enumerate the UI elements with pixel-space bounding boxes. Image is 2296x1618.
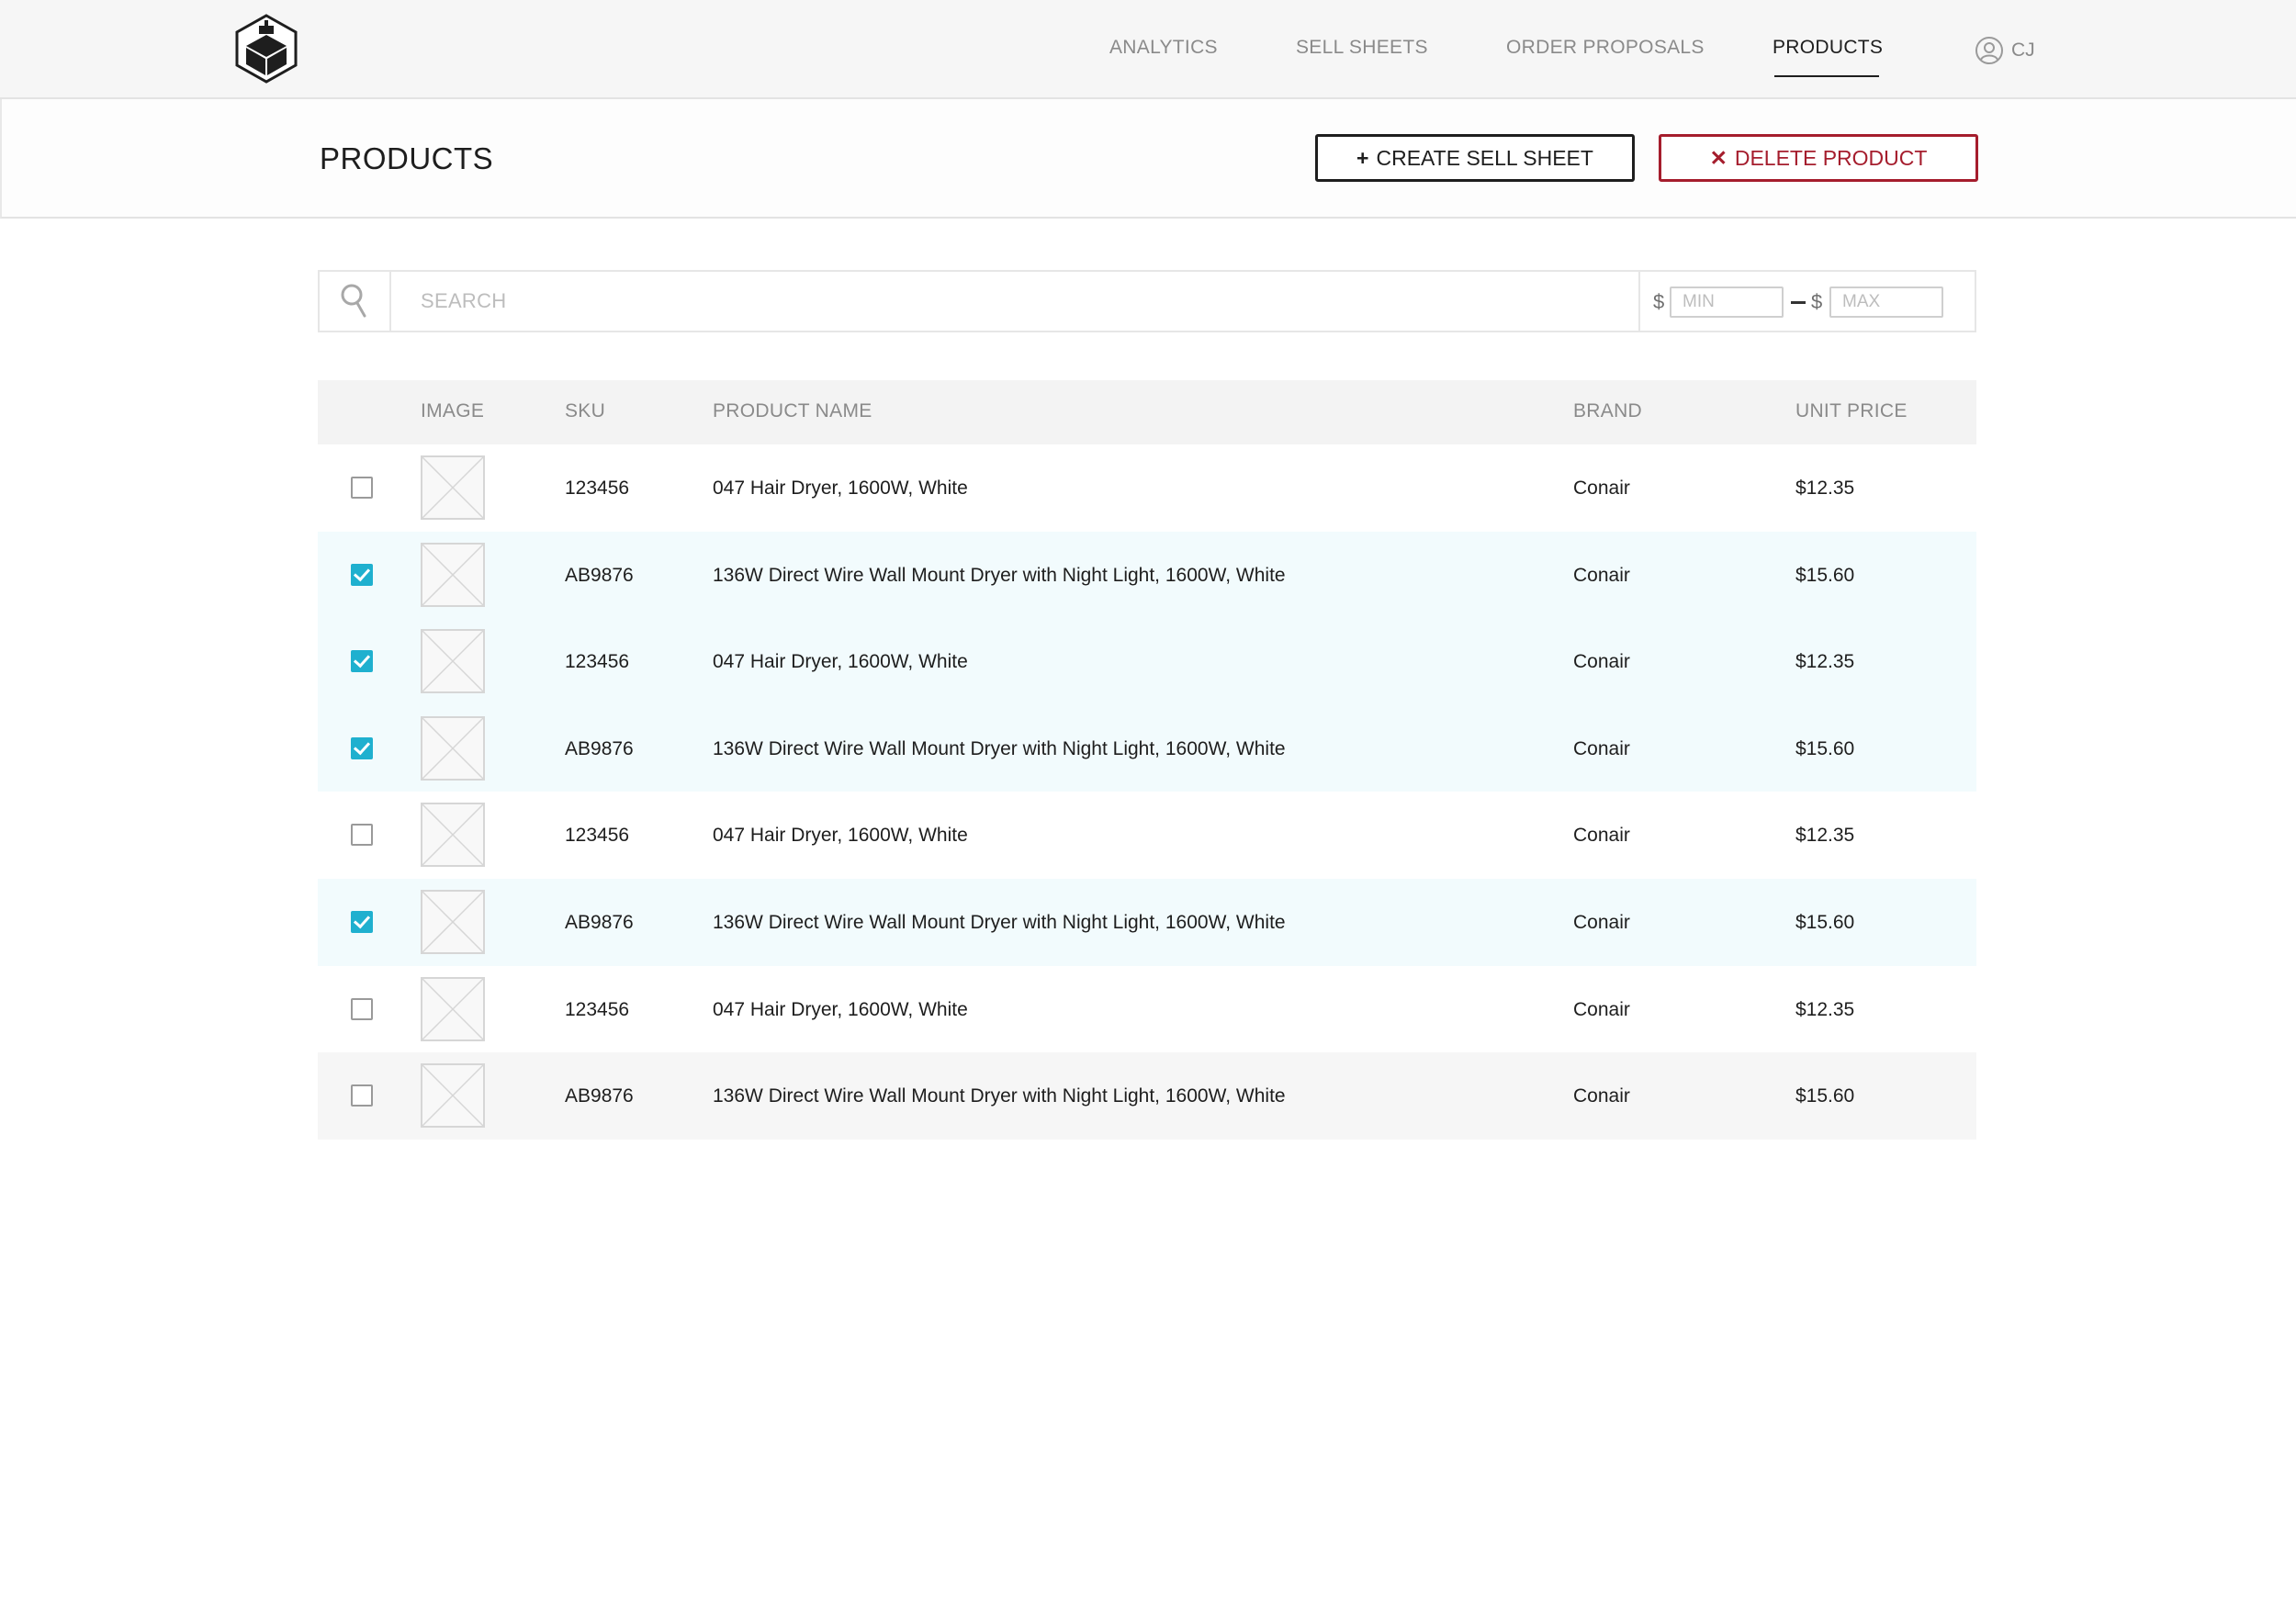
row-unit-price: $12.35 (1795, 998, 1855, 1020)
products-table: IMAGE SKU PRODUCT NAME BRAND UNIT PRICE … (318, 380, 1976, 1140)
row-checkbox[interactable] (351, 563, 373, 586)
row-checkbox[interactable] (351, 650, 373, 673)
max-price-input[interactable] (1829, 287, 1943, 318)
table-header: IMAGE SKU PRODUCT NAME BRAND UNIT PRICE (318, 380, 1976, 444)
table-row[interactable]: 123456 047 Hair Dryer, 1600W, White Conair… (318, 618, 1976, 705)
row-sku: AB9876 (565, 911, 634, 933)
user-menu[interactable]: CJ (1975, 35, 2035, 66)
row-product-name: 136W Direct Wire Wall Mount Dryer with N… (713, 564, 1286, 586)
row-brand: Conair (1573, 1085, 1630, 1107)
search-input[interactable] (391, 272, 1622, 331)
row-unit-price: $15.60 (1795, 911, 1855, 933)
row-checkbox[interactable] (351, 824, 373, 847)
row-unit-price: $15.60 (1795, 1085, 1855, 1107)
image-placeholder-icon (421, 715, 485, 781)
top-navigation: ANALYTICS SELL SHEETS ORDER PROPOSALS PR… (0, 0, 2296, 99)
row-brand: Conair (1573, 478, 1630, 499)
nav-sell-sheets[interactable]: SELL SHEETS (1296, 37, 1428, 59)
max-currency-symbol: $ (1811, 290, 1823, 313)
image-placeholder-icon (421, 629, 485, 694)
logo-icon[interactable] (233, 13, 299, 84)
row-checkbox[interactable] (351, 910, 373, 933)
row-sku: AB9876 (565, 564, 634, 586)
image-placeholder-icon (421, 803, 485, 868)
row-product-name: 136W Direct Wire Wall Mount Dryer with N… (713, 911, 1286, 933)
row-product-name: 047 Hair Dryer, 1600W, White (713, 478, 968, 499)
min-price-input[interactable] (1670, 287, 1784, 318)
delete-product-label: DELETE PRODUCT (1734, 145, 1928, 170)
row-sku: 123456 (565, 478, 630, 499)
row-product-name: 136W Direct Wire Wall Mount Dryer with N… (713, 1085, 1286, 1107)
image-placeholder-icon (421, 542, 485, 607)
search-icon (341, 284, 366, 318)
table-row[interactable]: 123456 047 Hair Dryer, 1600W, White Conair… (318, 965, 1976, 1053)
price-range-filter: $ $ (1638, 272, 1975, 331)
row-brand: Conair (1573, 651, 1630, 673)
row-checkbox[interactable] (351, 477, 373, 499)
delete-product-button[interactable]: ✕ DELETE PRODUCT (1659, 134, 1978, 182)
table-row[interactable]: 123456 047 Hair Dryer, 1600W, White Conair… (318, 792, 1976, 879)
page-header: PRODUCTS + CREATE SELL SHEET ✕ DELETE PR… (0, 99, 2296, 219)
row-sku: 123456 (565, 825, 630, 847)
nav-order-proposals[interactable]: ORDER PROPOSALS (1506, 37, 1705, 59)
min-currency-symbol: $ (1653, 290, 1665, 313)
create-sell-sheet-button[interactable]: + CREATE SELL SHEET (1315, 134, 1635, 182)
close-icon: ✕ (1709, 145, 1728, 170)
image-placeholder-icon (421, 976, 485, 1041)
user-circle-icon (1975, 37, 2003, 64)
nav-analytics[interactable]: ANALYTICS (1109, 37, 1218, 59)
row-product-name: 047 Hair Dryer, 1600W, White (713, 998, 968, 1020)
row-product-name: 047 Hair Dryer, 1600W, White (713, 651, 968, 673)
search-icon-cell[interactable] (320, 272, 391, 331)
image-placeholder-icon (421, 889, 485, 954)
column-header-image[interactable]: IMAGE (421, 400, 484, 422)
user-initials: CJ (2011, 39, 2035, 61)
row-product-name: 136W Direct Wire Wall Mount Dryer with N… (713, 737, 1286, 759)
row-checkbox[interactable] (351, 736, 373, 759)
page-title: PRODUCTS (320, 141, 494, 175)
row-brand: Conair (1573, 737, 1630, 759)
image-placeholder-icon (421, 455, 485, 520)
row-unit-price: $12.35 (1795, 651, 1855, 673)
row-brand: Conair (1573, 911, 1630, 933)
row-sku: 123456 (565, 651, 630, 673)
row-checkbox[interactable] (351, 1084, 373, 1107)
row-brand: Conair (1573, 998, 1630, 1020)
row-unit-price: $12.35 (1795, 478, 1855, 499)
row-brand: Conair (1573, 825, 1630, 847)
table-row[interactable]: AB9876 136W Direct Wire Wall Mount Dryer … (318, 531, 1976, 619)
row-unit-price: $12.35 (1795, 825, 1855, 847)
nav-products[interactable]: PRODUCTS (1773, 37, 1883, 59)
row-product-name: 047 Hair Dryer, 1600W, White (713, 825, 968, 847)
row-unit-price: $15.60 (1795, 564, 1855, 586)
table-body: 123456 047 Hair Dryer, 1600W, White Conair… (318, 444, 1976, 1140)
column-header-brand[interactable]: BRAND (1573, 400, 1642, 422)
table-row[interactable]: AB9876 136W Direct Wire Wall Mount Dryer … (318, 1052, 1976, 1140)
column-header-sku[interactable]: SKU (565, 400, 605, 422)
create-sell-sheet-label: CREATE SELL SHEET (1376, 145, 1593, 170)
plus-icon: + (1356, 145, 1369, 170)
row-brand: Conair (1573, 564, 1630, 586)
search-bar: $ $ (318, 270, 1976, 332)
nav-active-indicator (1774, 75, 1879, 77)
image-placeholder-icon (421, 1063, 485, 1129)
row-checkbox[interactable] (351, 997, 373, 1020)
row-unit-price: $15.60 (1795, 737, 1855, 759)
row-sku: AB9876 (565, 737, 634, 759)
table-row[interactable]: AB9876 136W Direct Wire Wall Mount Dryer … (318, 704, 1976, 792)
row-sku: AB9876 (565, 1085, 634, 1107)
column-header-unit-price[interactable]: UNIT PRICE (1795, 400, 1908, 422)
table-row[interactable]: 123456 047 Hair Dryer, 1600W, White Conair… (318, 444, 1976, 532)
row-sku: 123456 (565, 998, 630, 1020)
column-header-product-name[interactable]: PRODUCT NAME (713, 400, 872, 422)
range-dash (1791, 301, 1806, 304)
table-row[interactable]: AB9876 136W Direct Wire Wall Mount Dryer … (318, 878, 1976, 966)
